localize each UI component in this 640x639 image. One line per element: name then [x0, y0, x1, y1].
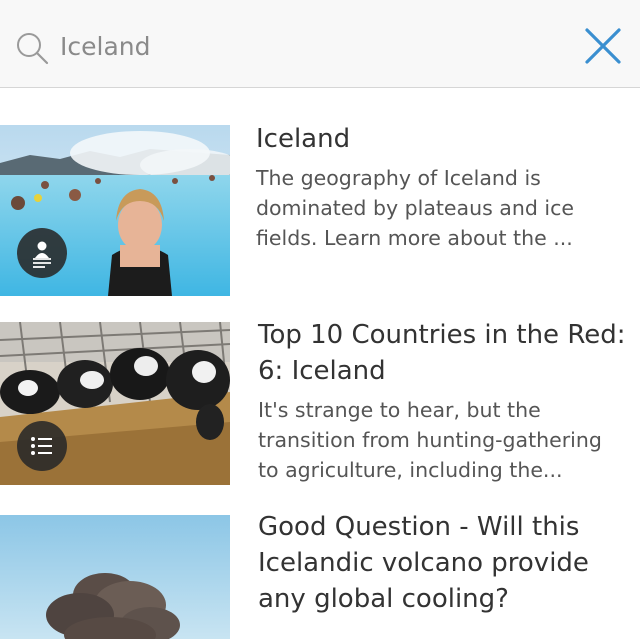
article-badge [17, 228, 67, 278]
result-text: Top 10 Countries in the Red: 6: Iceland … [258, 317, 628, 485]
result-title[interactable]: Top 10 Countries in the Red: 6: Iceland [258, 317, 628, 389]
search-icon [17, 33, 49, 65]
list-icon [31, 437, 52, 455]
result-item[interactable]: Good Question - Will this Icelandic volc… [0, 512, 640, 639]
result-thumbnail[interactable] [0, 322, 230, 485]
article-icon [33, 241, 51, 268]
result-title[interactable]: Iceland [256, 121, 626, 157]
result-thumbnail[interactable] [0, 125, 230, 296]
search-bar [0, 0, 640, 88]
search-input[interactable] [60, 22, 520, 70]
result-snippet: The geography of Iceland is dominated by… [256, 166, 574, 250]
result-text: Iceland The geography of Iceland is domi… [256, 121, 626, 253]
result-item[interactable]: Top 10 Countries in the Red: 6: Iceland … [0, 320, 640, 485]
result-title[interactable]: Good Question - Will this Icelandic volc… [258, 509, 628, 617]
result-snippet: It's strange to hear, but the transition… [258, 398, 602, 482]
result-item[interactable]: Iceland The geography of Iceland is domi… [0, 124, 640, 296]
result-thumbnail[interactable] [0, 515, 230, 639]
list-badge [17, 421, 67, 471]
close-icon[interactable] [580, 23, 626, 69]
results-list: Iceland The geography of Iceland is domi… [0, 89, 640, 639]
result-text: Good Question - Will this Icelandic volc… [258, 509, 628, 617]
